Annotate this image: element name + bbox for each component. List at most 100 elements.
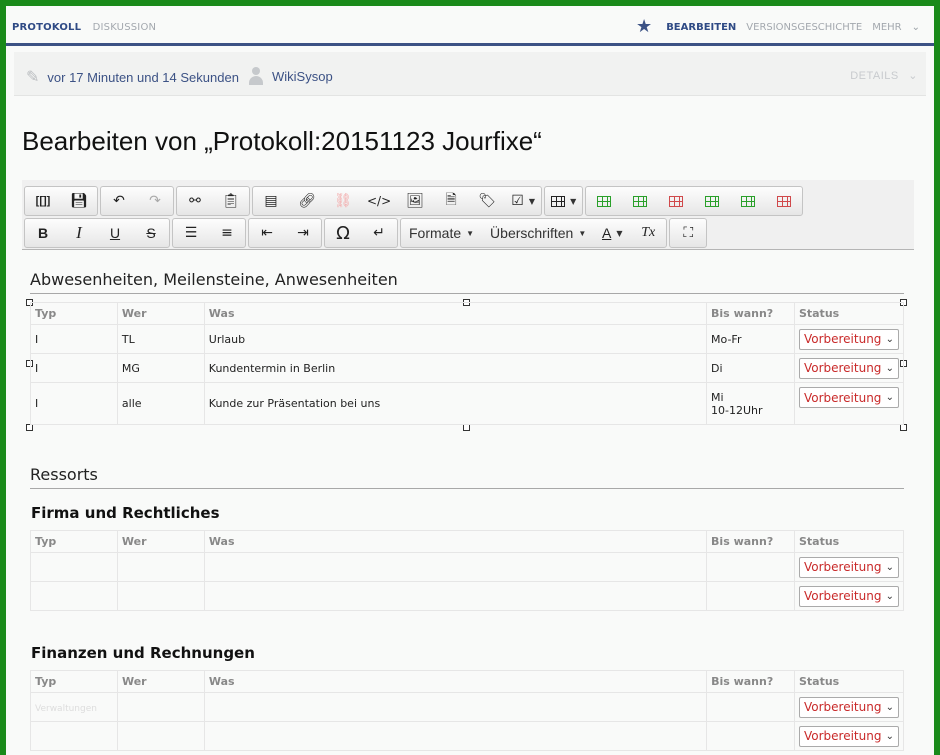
row-delete-button[interactable] xyxy=(658,187,694,215)
italic-button[interactable]: I xyxy=(61,219,97,247)
link-button[interactable]: 🔗︎ xyxy=(289,187,325,215)
fullscreen-button[interactable]: ⛶ xyxy=(670,219,706,247)
tab-protokoll[interactable]: PROTOKOLL xyxy=(12,22,81,33)
cell-wer[interactable]: alle xyxy=(116,382,205,425)
strikethrough-button[interactable]: S xyxy=(133,219,169,247)
page-button[interactable]: 🗎 xyxy=(433,187,469,215)
cell-was[interactable]: Kundentermin in Berlin xyxy=(203,353,708,383)
row-delete-icon xyxy=(669,195,684,207)
special-char-button[interactable]: Ω xyxy=(325,219,361,247)
menu-mehr[interactable]: MEHR xyxy=(872,22,901,33)
caret-down-icon: ▼ xyxy=(616,228,623,238)
cell-bis[interactable]: Di xyxy=(706,353,795,383)
cell-bis[interactable] xyxy=(706,552,795,582)
template-button[interactable]: ▤ xyxy=(253,187,289,215)
last-editor[interactable]: WikiSysop xyxy=(272,69,333,84)
row-insert-before-button[interactable] xyxy=(586,187,622,215)
col-insert-after-button[interactable] xyxy=(730,187,766,215)
underline-button[interactable]: U xyxy=(97,219,133,247)
status-value: Vorbereitung xyxy=(803,390,882,405)
subsection-heading[interactable]: Firma und Rechtliches xyxy=(31,504,220,522)
bold-button[interactable]: B xyxy=(25,219,61,247)
status-select[interactable]: Vorbereitung ⌄ xyxy=(798,357,899,379)
image-button[interactable]: 🖼︎ xyxy=(397,187,433,215)
search-replace-button[interactable]: ⚯ xyxy=(177,187,213,215)
cell-was[interactable] xyxy=(203,692,708,722)
row-insert-after-button[interactable] xyxy=(622,187,658,215)
outdent-button[interactable]: ⇤ xyxy=(249,219,285,247)
user-icon xyxy=(248,67,264,85)
indent-button[interactable]: ⇥ xyxy=(285,219,321,247)
clear-format-button[interactable]: Tx xyxy=(630,219,666,247)
status-select[interactable]: Vorbereitung ⌄ xyxy=(798,387,899,408)
cell-was[interactable]: Urlaub xyxy=(203,324,708,354)
cell-typ[interactable]: I xyxy=(30,353,118,383)
status-value: Vorbereitung xyxy=(803,560,882,574)
col-header: Bis wann? xyxy=(706,530,795,553)
linebreak-button[interactable]: ↵ xyxy=(361,219,397,247)
details-toggle[interactable]: DETAILS ⌄ xyxy=(850,69,918,82)
cell-typ[interactable]: I xyxy=(30,382,118,425)
formate-dropdown[interactable]: Formate ▼ xyxy=(401,219,482,247)
bullet-list-button[interactable]: ☰ xyxy=(173,219,209,247)
col-insert-before-button[interactable] xyxy=(694,187,730,215)
cell-typ[interactable] xyxy=(30,721,118,751)
last-edit-time[interactable]: vor 17 Minuten und 14 Sekunden xyxy=(47,70,239,85)
cell-was[interactable] xyxy=(203,581,708,611)
undo-button[interactable]: ↶ xyxy=(101,187,137,215)
text-color-button[interactable]: A ▼ xyxy=(594,219,630,247)
table-finanzen[interactable]: Typ Wer Was Bis wann? Status Verwaltunge… xyxy=(30,670,905,751)
table-firma[interactable]: Typ Wer Was Bis wann? Status Vorbereitun… xyxy=(30,530,905,611)
resize-handle[interactable] xyxy=(463,424,470,431)
status-select[interactable]: Vorbereitung ⌄ xyxy=(798,328,899,350)
ueberschriften-dropdown[interactable]: Überschriften ▼ xyxy=(482,219,594,247)
tab-bearbeiten[interactable]: BEARBEITEN xyxy=(666,22,736,33)
paste-button[interactable]: 📋︎ xyxy=(213,187,249,215)
cell-bis[interactable] xyxy=(706,692,795,722)
chevron-down-icon[interactable]: ⌄ xyxy=(912,22,920,33)
section-heading[interactable]: Ressorts xyxy=(30,465,904,489)
cell-bis[interactable]: Mo-Fr xyxy=(706,324,795,354)
tab-diskussion[interactable]: DISKUSSION xyxy=(93,22,157,33)
wikitext-button[interactable]: [[]] xyxy=(25,187,61,215)
checkbox-button[interactable]: ☑ ▼ xyxy=(505,187,541,215)
tag-button[interactable]: 🏷︎ xyxy=(469,187,505,215)
save-button[interactable]: 💾︎ xyxy=(61,187,97,215)
status-select[interactable]: Vorbereitung ⌄ xyxy=(798,585,899,607)
cell-typ[interactable] xyxy=(30,552,118,582)
cell-wer[interactable] xyxy=(116,692,205,722)
status-value: Vorbereitung xyxy=(803,700,882,714)
status-select[interactable]: Vorbereitung ⌄ xyxy=(798,696,899,718)
subsection-heading[interactable]: Finanzen und Rechnungen xyxy=(31,644,255,662)
cell-wer[interactable] xyxy=(116,552,205,582)
table-abwesenheiten[interactable]: Typ Wer Was Bis wann? Status I TL Urlaub… xyxy=(30,302,905,425)
cell-was[interactable] xyxy=(203,552,708,582)
section-heading[interactable]: Abwesenheiten, Meilensteine, Anwesenheit… xyxy=(30,270,904,294)
col-delete-button[interactable] xyxy=(766,187,802,215)
status-select[interactable]: Vorbereitung ⌄ xyxy=(798,725,899,747)
cell-wer[interactable]: TL xyxy=(116,324,205,354)
save-icon: 💾︎ xyxy=(70,193,88,209)
cell-bis[interactable] xyxy=(706,581,795,611)
cell-typ[interactable]: Verwaltungen xyxy=(30,692,118,722)
unlink-button[interactable]: ⛓ xyxy=(325,187,361,215)
cell-was[interactable] xyxy=(203,721,708,751)
cell-bis[interactable]: Mi 10-12Uhr xyxy=(706,382,795,425)
redo-button[interactable]: ↷ xyxy=(137,187,173,215)
cell-typ[interactable] xyxy=(30,581,118,611)
cell-wer[interactable]: MG xyxy=(116,353,205,383)
code-button[interactable]: </> xyxy=(361,187,397,215)
cell-wer[interactable] xyxy=(116,581,205,611)
numbered-list-button[interactable]: ≡ xyxy=(209,219,245,247)
star-icon[interactable]: ★ xyxy=(636,18,652,36)
table-button[interactable]: ▼ xyxy=(545,187,582,215)
tab-versionsgeschichte[interactable]: VERSIONSGESCHICHTE xyxy=(746,22,862,33)
cell-was[interactable]: Kunde zur Präsentation bei uns xyxy=(203,382,708,425)
status-select[interactable]: Vorbereitung ⌄ xyxy=(798,556,899,578)
resize-handle[interactable] xyxy=(26,424,33,431)
cell-typ[interactable]: I xyxy=(30,324,118,354)
cell-bis[interactable] xyxy=(706,721,795,751)
ueberschriften-label: Überschriften xyxy=(490,225,574,241)
resize-handle[interactable] xyxy=(900,424,907,431)
cell-wer[interactable] xyxy=(116,721,205,751)
